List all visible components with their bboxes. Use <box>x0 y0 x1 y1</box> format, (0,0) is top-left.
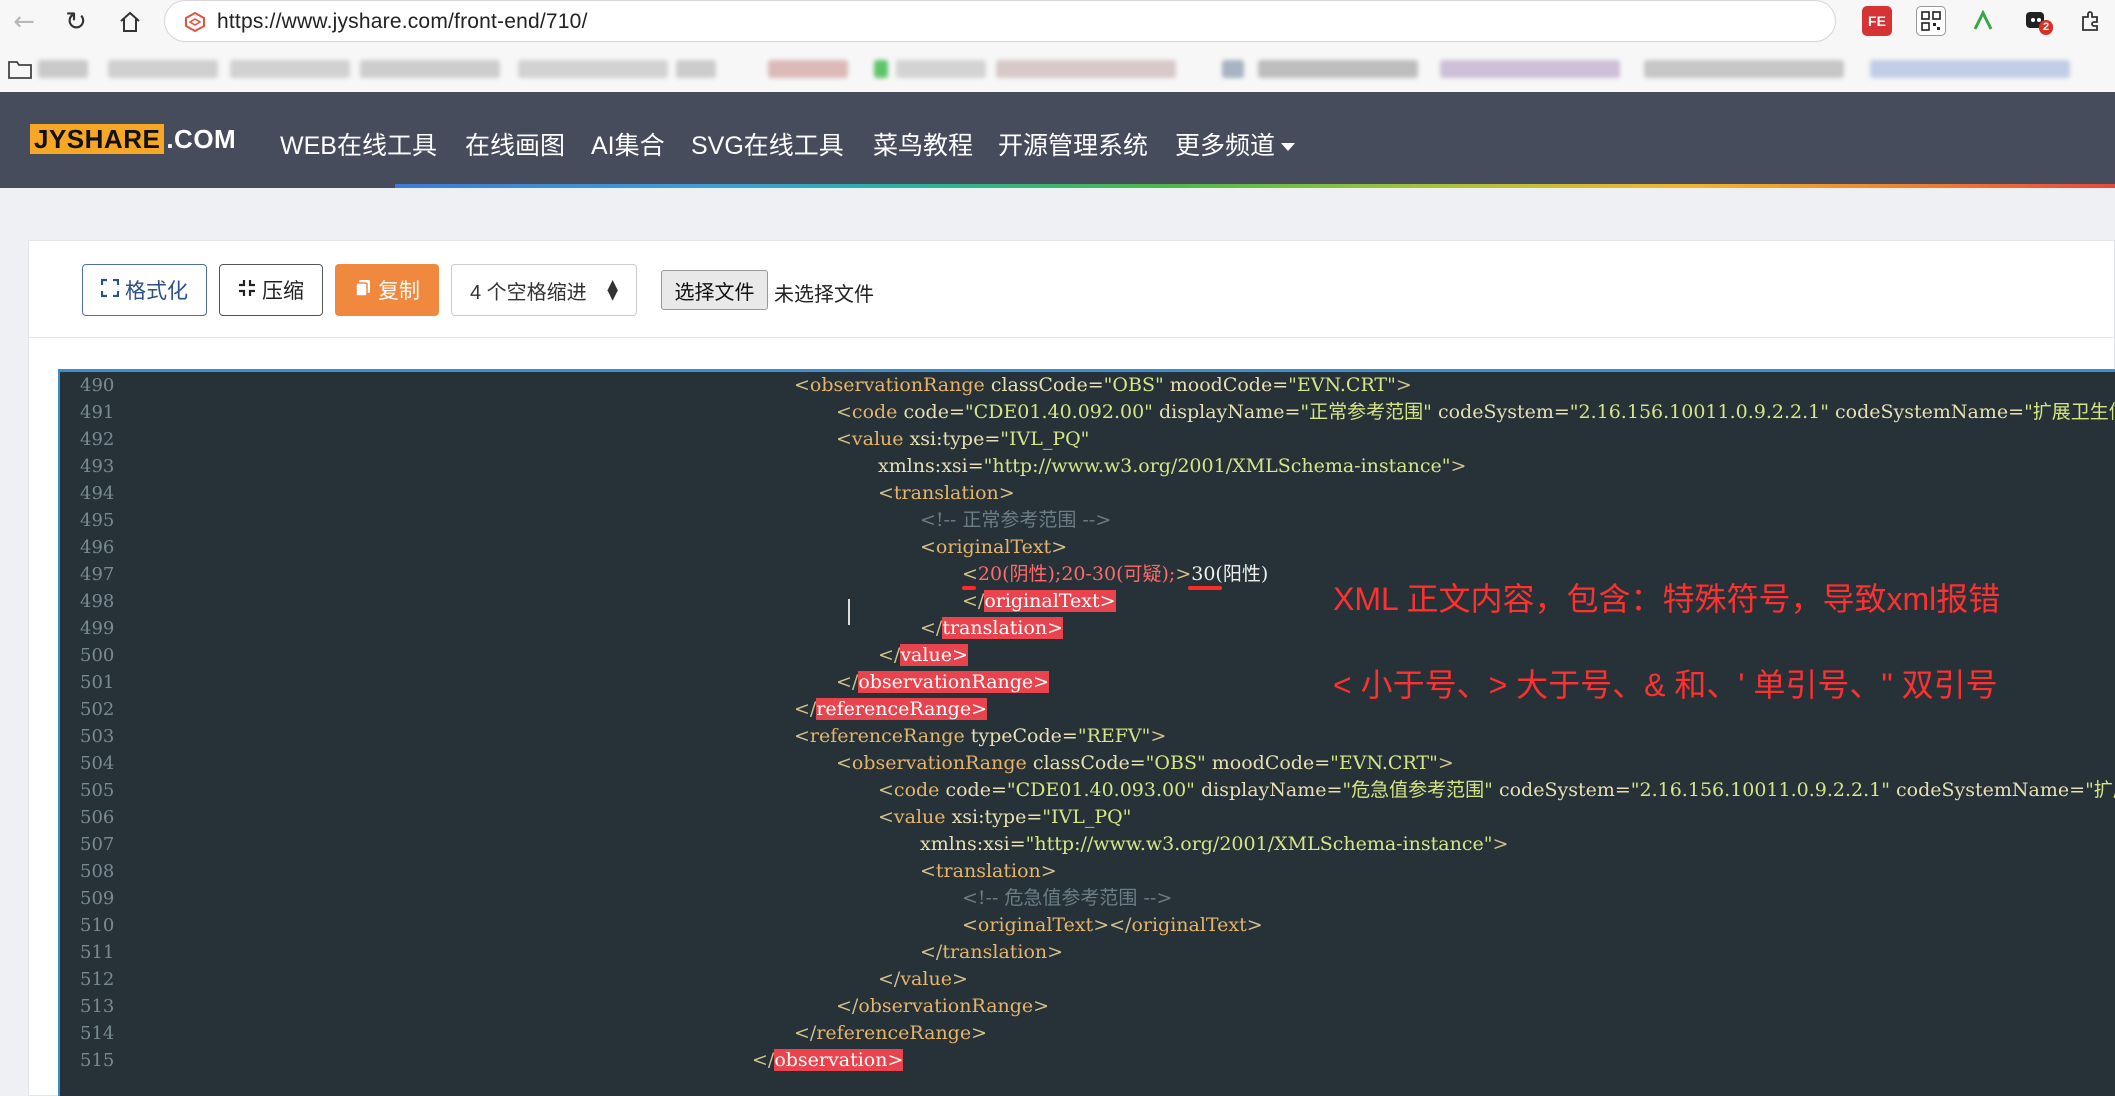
compress-icon <box>238 279 256 302</box>
line-number: 513 <box>80 996 115 1017</box>
chevron-down-icon <box>1281 143 1296 152</box>
choose-file-button[interactable]: 选择文件 <box>661 270 768 310</box>
line-number: 490 <box>80 375 115 396</box>
bookmark-blurred[interactable] <box>1440 60 1620 78</box>
logo-box-text: JYSHARE <box>30 124 165 154</box>
nav-svg-tools[interactable]: SVG在线工具 <box>691 126 844 162</box>
indent-select[interactable]: 4 个空格缩进 ▲ ▼ <box>451 264 637 316</box>
extension-badge-icon[interactable]: 2 <box>2022 6 2054 36</box>
text-cursor <box>848 599 850 625</box>
compress-label: 压缩 <box>262 280 304 303</box>
nav-drawing[interactable]: 在线画图 <box>465 126 565 162</box>
home-icon[interactable] <box>112 4 148 40</box>
line-number: 512 <box>80 969 115 990</box>
line-number: 503 <box>80 726 115 747</box>
bookmark-blurred[interactable] <box>108 60 218 78</box>
format-label: 格式化 <box>125 280 188 303</box>
line-number: 506 <box>80 807 115 828</box>
site-logo[interactable]: JYSHARE .COM <box>30 124 236 154</box>
error-underline <box>962 586 976 590</box>
copy-icon <box>354 279 372 302</box>
annotation-line-1: XML 正文内容，包含：特殊符号，导致xml报错 <box>1333 581 2001 617</box>
extension-fe-icon[interactable]: FE <box>1862 6 1892 36</box>
line-number: 491 <box>80 402 115 423</box>
bookmark-blurred[interactable] <box>768 60 848 78</box>
line-number: 501 <box>80 672 115 693</box>
url-text: https://www.jyshare.com/front-end/710/ <box>217 10 588 33</box>
line-number: 504 <box>80 753 115 774</box>
nav-more-label: 更多频道 <box>1175 132 1276 160</box>
address-bar[interactable]: https://www.jyshare.com/front-end/710/ <box>164 0 1836 42</box>
bookmark-blurred[interactable] <box>1222 60 1244 78</box>
bookmark-blurred[interactable] <box>1870 60 2070 78</box>
file-status-text: 未选择文件 <box>774 284 874 306</box>
format-button[interactable]: 格式化 <box>82 264 207 316</box>
back-icon[interactable]: ← <box>6 4 42 40</box>
copy-label: 复制 <box>378 280 420 303</box>
bookmark-blurred[interactable] <box>1644 60 1844 78</box>
bookmark-blurred[interactable] <box>360 60 500 78</box>
bookmark-blurred[interactable] <box>896 60 986 78</box>
code-editor[interactable]: 490 <observationRange classCode="OBS" mo… <box>58 369 2115 1096</box>
extension-badge-count: 2 <box>2039 20 2054 35</box>
line-number: 510 <box>80 915 115 936</box>
bookmark-blurred[interactable] <box>1258 60 1418 78</box>
line-number: 492 <box>80 429 115 450</box>
line-number: 508 <box>80 861 115 882</box>
line-number: 494 <box>80 483 115 504</box>
nav-opensource[interactable]: 开源管理系统 <box>998 126 1148 162</box>
line-number: 507 <box>80 834 115 855</box>
line-number: 515 <box>80 1050 115 1071</box>
toolbar-divider <box>28 337 2115 338</box>
logo-rest-text: .COM <box>166 123 237 154</box>
extensions-puzzle-icon[interactable] <box>2076 6 2106 36</box>
browser-toolbar: ← ↻ https://www.jyshare.com/front-end/71… <box>0 0 2115 46</box>
nav-ai[interactable]: AI集合 <box>591 126 665 162</box>
line-number: 502 <box>80 699 115 720</box>
bookmark-blurred[interactable] <box>996 60 1176 78</box>
site-favicon-icon <box>185 11 205 33</box>
extension-green-a-icon[interactable] <box>1968 6 1998 36</box>
nav-more-channels[interactable]: 更多频道 <box>1175 126 1296 162</box>
nav-runoob[interactable]: 菜鸟教程 <box>873 126 973 162</box>
reload-icon[interactable]: ↻ <box>58 4 94 40</box>
indent-select-value: 4 个空格缩进 <box>470 281 587 304</box>
line-number: 496 <box>80 537 115 558</box>
line-number: 514 <box>80 1023 115 1044</box>
line-number: 495 <box>80 510 115 531</box>
nav-web-tools[interactable]: WEB在线工具 <box>280 126 437 162</box>
line-number: 500 <box>80 645 115 666</box>
browser-chrome: ← ↻ https://www.jyshare.com/front-end/71… <box>0 0 2115 92</box>
bookmark-blurred[interactable] <box>518 60 668 78</box>
error-underline <box>1188 586 1222 590</box>
line-number: 505 <box>80 780 115 801</box>
bookmark-blurred[interactable] <box>874 60 888 78</box>
bookmarks-bar <box>0 46 2115 92</box>
compress-button[interactable]: 压缩 <box>219 264 323 316</box>
folder-icon[interactable] <box>8 58 32 80</box>
line-number: 511 <box>80 942 115 963</box>
qrcode-icon[interactable] <box>1916 6 1946 36</box>
bookmark-blurred[interactable] <box>38 60 88 78</box>
sort-arrows-icon: ▲ ▼ <box>607 277 618 303</box>
annotation-line-2: < 小于号、> 大于号、& 和、' 单引号、" 双引号 <box>1333 667 1998 703</box>
copy-button[interactable]: 复制 <box>335 264 439 316</box>
line-number: 493 <box>80 456 115 477</box>
bookmark-blurred[interactable] <box>230 60 350 78</box>
expand-icon <box>100 278 120 302</box>
line-number: 499 <box>80 618 115 639</box>
line-number: 497 <box>80 564 115 585</box>
site-header: JYSHARE .COM WEB在线工具 在线画图 AI集合 SVG在线工具 菜… <box>0 92 2115 188</box>
line-number: 509 <box>80 888 115 909</box>
line-number: 498 <box>80 591 115 612</box>
bookmark-blurred[interactable] <box>676 60 716 78</box>
